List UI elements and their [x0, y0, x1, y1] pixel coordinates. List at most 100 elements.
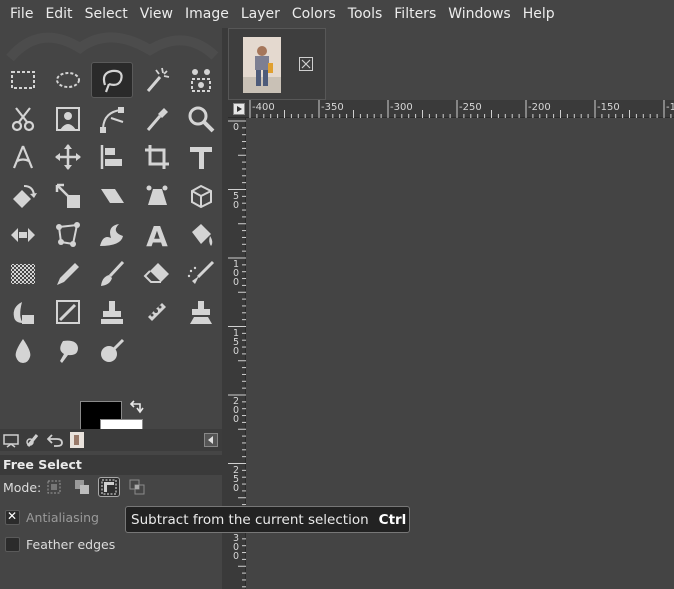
tool-button-scissors-select[interactable]	[2, 101, 44, 137]
heal-icon	[147, 303, 166, 322]
scissors-select-icon	[11, 107, 35, 131]
tool-button-scale[interactable]	[47, 178, 89, 214]
tool-button-color-picker[interactable]	[136, 101, 178, 137]
mode-subtract-button[interactable]	[98, 477, 120, 497]
cage-transform-icon	[55, 221, 80, 247]
tool-button-dodge-burn[interactable]	[91, 333, 133, 369]
swap-colors-icon[interactable]	[130, 400, 144, 414]
tab-device-status[interactable]	[22, 429, 44, 451]
horizontal-ruler[interactable]: -400 -350 -300 -250 -200 -150 -100	[228, 100, 674, 118]
tool-button-perspective-clone[interactable]	[180, 294, 222, 330]
tooltip-shortcut: Ctrl	[378, 511, 407, 528]
device-status-icon	[26, 434, 39, 447]
menu-file[interactable]: File	[4, 0, 39, 28]
tool-button-measure[interactable]	[2, 139, 44, 175]
tool-button-airbrush[interactable]	[180, 256, 222, 292]
tool-button-select-by-color[interactable]	[180, 62, 222, 98]
menu-view[interactable]: View	[134, 0, 179, 28]
tool-button-zoom[interactable]	[180, 101, 222, 137]
tool-button-heal[interactable]	[136, 294, 178, 330]
color-picker-icon	[146, 107, 168, 131]
intersect-mode-icon	[129, 479, 145, 495]
tool-button-text[interactable]: A	[136, 217, 178, 253]
tool-button-pencil[interactable]	[47, 256, 89, 292]
tool-button-blur-sharpen[interactable]	[2, 333, 44, 369]
image-thumbnail	[243, 37, 281, 93]
tool-options-title: Free Select	[0, 455, 222, 475]
mode-replace-button[interactable]	[43, 477, 65, 497]
tool-button-bucket-fill[interactable]	[180, 217, 222, 253]
mode-intersect-button[interactable]	[126, 477, 148, 497]
ruler-v-label: 100	[232, 259, 240, 288]
paintbrush-icon	[101, 260, 125, 286]
tool-button-3d-transform[interactable]	[180, 178, 222, 214]
dock-tabs	[0, 429, 222, 451]
text-icon: A	[146, 220, 168, 250]
ellipse-select-icon	[55, 72, 80, 88]
tool-button-rotate[interactable]	[2, 178, 44, 214]
tab-tool-options[interactable]	[0, 429, 22, 451]
image-tabs-bar	[228, 28, 674, 100]
tool-button-unified-transform[interactable]	[180, 139, 222, 175]
ruler-v-label: 250	[232, 464, 240, 494]
tool-button-perspective[interactable]	[136, 178, 178, 214]
antialiasing-label: Antialiasing	[26, 510, 99, 525]
3d-transform-icon	[191, 184, 212, 209]
ruler-h-label: -250	[459, 102, 482, 113]
tool-button-fuzzy-select[interactable]	[136, 62, 178, 98]
tool-button-paths[interactable]	[91, 101, 133, 137]
tool-button-cage-transform[interactable]	[47, 217, 89, 253]
menu-image[interactable]: Image	[179, 0, 235, 28]
tool-button-eraser[interactable]	[136, 256, 178, 292]
tool-button-paintbrush[interactable]	[91, 256, 133, 292]
tool-button-ink[interactable]	[2, 294, 44, 330]
mode-add-button[interactable]	[71, 477, 93, 497]
tool-button-move[interactable]	[47, 139, 89, 175]
menu-windows[interactable]: Windows	[442, 0, 517, 28]
tab-undo-history[interactable]	[44, 429, 66, 451]
antialiasing-checkbox[interactable]	[5, 509, 20, 525]
tool-button-foreground-select[interactable]	[47, 101, 89, 137]
feather-edges-checkbox[interactable]	[5, 537, 20, 552]
ink-icon	[13, 302, 34, 325]
tab-images[interactable]	[66, 429, 88, 451]
menu-select[interactable]: Select	[79, 0, 134, 28]
tool-button-align[interactable]	[91, 139, 133, 175]
tool-options-icon	[3, 434, 19, 448]
menu-edit[interactable]: Edit	[39, 0, 78, 28]
clone-icon	[101, 301, 123, 325]
ruler-h-label: -350	[321, 102, 344, 113]
menu-filters[interactable]: Filters	[388, 0, 442, 28]
tool-button-ellipse-select[interactable]	[47, 62, 89, 98]
menu-layer[interactable]: Layer	[235, 0, 286, 28]
ruler-corner-menu-icon[interactable]	[233, 103, 245, 115]
menu-tools[interactable]: Tools	[342, 0, 389, 28]
tool-button-rect-select[interactable]	[2, 62, 44, 98]
tool-button-gradient[interactable]	[2, 256, 44, 292]
free-select-icon	[102, 69, 123, 93]
tool-button-warp-transform[interactable]	[91, 217, 133, 253]
menu-bar: File Edit Select View Image Layer Colors Tools F…	[0, 0, 674, 28]
ruler-v-label: 50	[232, 190, 240, 211]
images-icon	[70, 432, 84, 448]
eraser-icon	[143, 262, 169, 283]
tool-button-mypaint-brush[interactable]	[47, 294, 89, 330]
dock-menu-icon[interactable]	[204, 433, 218, 447]
menu-colors[interactable]: Colors	[286, 0, 342, 28]
image-tab[interactable]	[228, 28, 326, 100]
tool-button-shear[interactable]	[91, 178, 133, 214]
perspective-icon	[146, 185, 167, 206]
tool-button-smudge[interactable]	[47, 333, 89, 369]
subtract-mode-icon	[101, 479, 117, 495]
tool-button-crop[interactable]	[136, 139, 178, 175]
menu-help[interactable]: Help	[517, 0, 561, 28]
tool-button-clone[interactable]	[91, 294, 133, 330]
gradient-icon	[11, 263, 35, 284]
tool-button-flip[interactable]	[2, 217, 44, 253]
dodge-burn-icon	[101, 338, 125, 362]
rotate-icon	[13, 185, 37, 209]
close-icon[interactable]	[299, 57, 313, 71]
child-photo-thumbnail	[243, 37, 281, 93]
tool-button-free-select[interactable]	[91, 62, 133, 98]
align-icon	[100, 145, 122, 170]
